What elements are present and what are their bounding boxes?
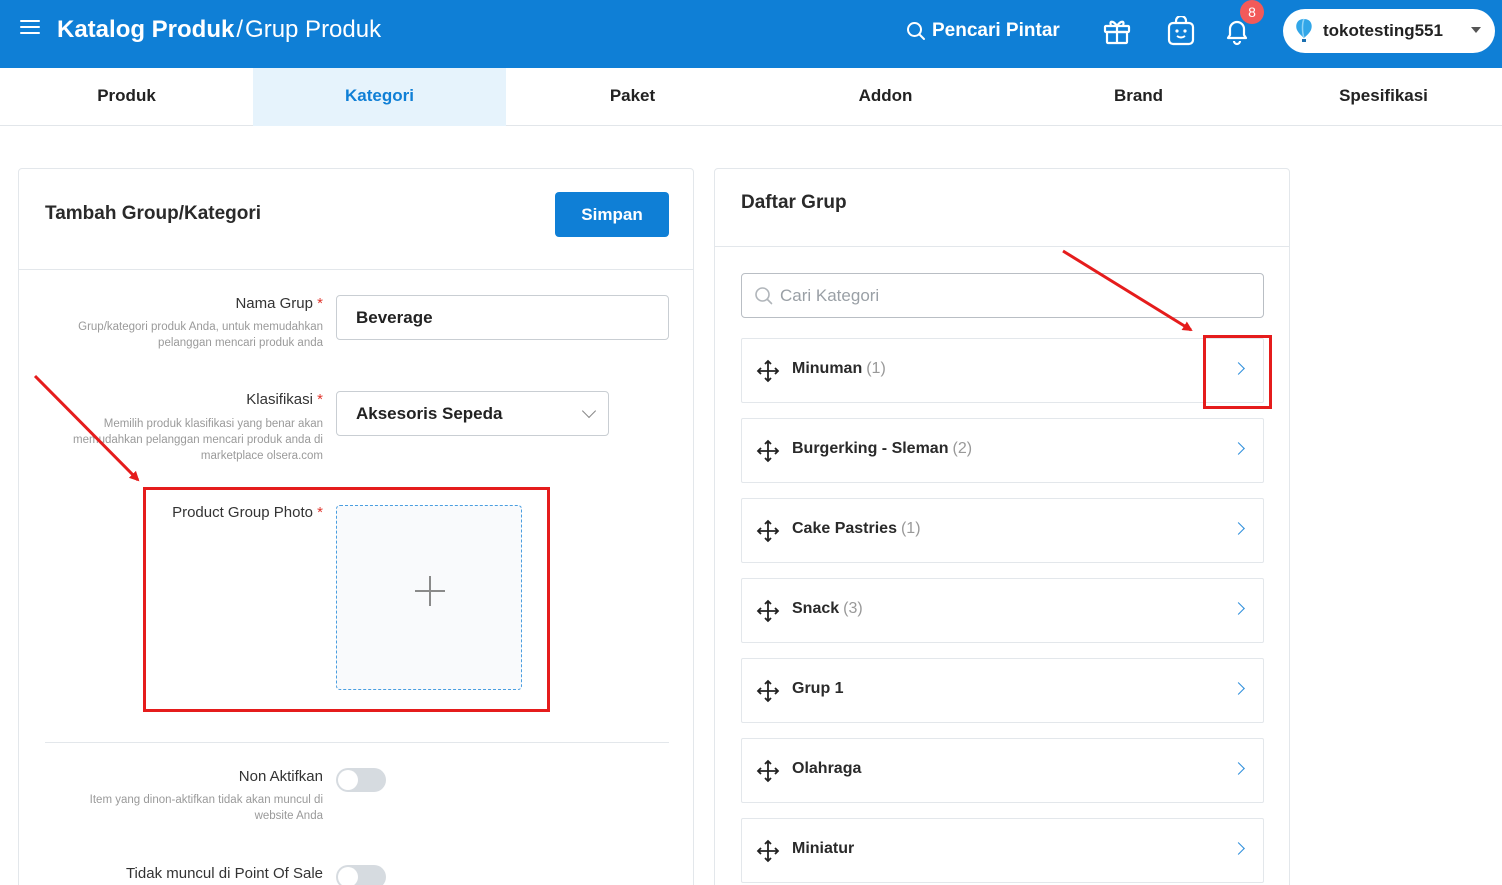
drag-move-icon[interactable] [756, 839, 780, 863]
list-item-count: (1) [866, 360, 886, 377]
chevron-right-icon[interactable] [1232, 682, 1245, 695]
chevron-down-icon [581, 403, 597, 419]
drag-move-icon[interactable] [756, 759, 780, 783]
nama-grup-input[interactable]: Beverage [336, 295, 669, 340]
klasifikasi-help-line3: marketplace olsera.com [200, 450, 323, 462]
list-item[interactable]: Snack (3) [741, 578, 1264, 643]
list-item-name: Olahraga [792, 760, 862, 777]
drag-move-icon[interactable] [756, 679, 780, 703]
list-item-name: Grup 1 [792, 680, 844, 697]
klasifikasi-selected-value: Aksesoris Sepeda [356, 404, 503, 423]
list-item[interactable]: Burgerking - Sleman (2) [741, 418, 1264, 483]
nama-grup-help-line2: pelanggan mencari produk anda [158, 337, 323, 349]
balloon-icon [1296, 18, 1312, 42]
chevron-right-icon[interactable] [1232, 522, 1245, 535]
page-title-sub: Grup Produk [245, 16, 382, 43]
drag-move-icon[interactable] [756, 439, 780, 463]
annotation-highlight-photo [143, 487, 550, 712]
search-icon [755, 287, 773, 305]
smart-search-label: Pencari Pintar [932, 20, 1060, 41]
klasifikasi-help-line1: Memilih produk klasifikasi yang benar ak… [103, 418, 323, 430]
tab-addon[interactable]: Addon [759, 68, 1012, 126]
non-aktifkan-toggle[interactable] [336, 768, 386, 792]
hamburger-menu-icon[interactable] [20, 20, 40, 40]
tab-brand[interactable]: Brand [1012, 68, 1265, 126]
add-group-card-header: Tambah Group/Kategori Simpan [19, 169, 693, 270]
list-item[interactable]: Cake Pastries (1) [741, 498, 1264, 563]
store-selector[interactable]: tokotesting551 [1283, 9, 1495, 53]
save-button[interactable]: Simpan [555, 192, 669, 237]
klasifikasi-label: Klasifikasi * [246, 391, 323, 408]
group-list-card: Daftar Grup Minuman(1) Burgerking - Slem… [714, 168, 1290, 885]
list-item-label: Miniatur [792, 840, 858, 858]
list-item-name: Minuman [792, 360, 863, 377]
pos-toggle[interactable] [336, 865, 386, 885]
top-header: Katalog Produk/Grup Produk Pencari Pinta… [0, 0, 1502, 68]
nama-grup-help-line1: Grup/kategori produk Anda, untuk memudah… [78, 321, 323, 333]
nama-grup-label: Nama Grup * [235, 295, 323, 312]
list-item-name: Snack [792, 600, 840, 617]
list-item-label: Cake Pastries (1) [792, 520, 921, 538]
category-search-input[interactable] [780, 274, 1250, 317]
tab-spesifikasi[interactable]: Spesifikasi [1265, 68, 1502, 126]
klasifikasi-help: Memilih produk klasifikasi yang benar ak… [23, 416, 323, 464]
pos-label: Tidak muncul di Point Of Sale [125, 865, 323, 882]
chevron-right-icon[interactable] [1232, 602, 1245, 615]
add-group-title: Tambah Group/Kategori [45, 203, 262, 224]
chevron-down-icon [1471, 27, 1481, 33]
list-item[interactable]: Olahraga [741, 738, 1264, 803]
list-item-label: Olahraga [792, 760, 865, 778]
list-item-label: Minuman (1) [792, 360, 886, 378]
list-item-count: (3) [843, 600, 863, 617]
required-mark: * [317, 295, 323, 312]
smart-search-button[interactable]: Pencari Pintar [906, 17, 1060, 45]
toggle-knob [338, 770, 358, 790]
non-aktifkan-help-line1: Item yang dinon-aktifkan tidak akan munc… [89, 794, 323, 806]
page-title-separator: / [236, 16, 244, 43]
drag-move-icon[interactable] [756, 359, 780, 383]
search-icon [907, 22, 925, 40]
list-item-count: (2) [952, 440, 973, 457]
chevron-right-icon[interactable] [1232, 842, 1245, 855]
annotation-highlight-chevron [1203, 335, 1272, 409]
toggle-knob [338, 867, 358, 885]
shopping-bag-icon[interactable] [1166, 16, 1196, 46]
list-item-count: (1) [900, 520, 921, 537]
tab-paket[interactable]: Paket [506, 68, 759, 126]
list-item-name: Miniatur [792, 840, 855, 857]
klasifikasi-label-text: Klasifikasi [246, 391, 313, 408]
nama-grup-label-text: Nama Grup [235, 295, 313, 312]
drag-move-icon[interactable] [756, 519, 780, 543]
nama-grup-help: Grup/kategori produk Anda, untuk memudah… [23, 319, 323, 351]
tab-produk[interactable]: Produk [0, 68, 253, 126]
notification-badge: 8 [1240, 0, 1264, 24]
group-list-title: Daftar Grup [741, 192, 847, 213]
chevron-right-icon[interactable] [1232, 442, 1245, 455]
list-item-label: Burgerking - Sleman (2) [792, 440, 972, 458]
klasifikasi-help-line2: memudahkan pelanggan mencari produk anda… [73, 434, 323, 446]
klasifikasi-select[interactable]: Aksesoris Sepeda [336, 391, 609, 436]
list-item-name: Cake Pastries [792, 520, 897, 537]
page-title: Katalog Produk/Grup Produk [57, 14, 381, 46]
gift-icon[interactable] [1102, 16, 1132, 46]
drag-move-icon[interactable] [756, 599, 780, 623]
page-title-main: Katalog Produk [57, 16, 235, 43]
list-item[interactable]: Miniatur [741, 818, 1264, 883]
non-aktifkan-help: Item yang dinon-aktifkan tidak akan munc… [23, 792, 323, 824]
non-aktifkan-help-line2: website Anda [254, 810, 323, 822]
group-list-header: Daftar Grup [715, 169, 1289, 247]
list-item-label: Snack (3) [792, 600, 863, 618]
required-mark: * [317, 391, 323, 408]
list-item[interactable]: Grup 1 [741, 658, 1264, 723]
chevron-right-icon[interactable] [1232, 762, 1245, 775]
category-search [741, 273, 1264, 318]
list-item[interactable]: Minuman (1) [741, 338, 1264, 403]
section-divider [45, 742, 669, 743]
catalog-tabs: Produk Kategori Paket Addon Brand Spesif… [0, 68, 1502, 126]
tab-kategori[interactable]: Kategori [253, 68, 506, 126]
store-name: tokotesting551 [1323, 21, 1443, 40]
non-aktifkan-label: Non Aktifkan [238, 768, 323, 785]
list-item-name: Burgerking - Sleman [792, 440, 949, 457]
list-item-label: Grup 1 [792, 680, 848, 698]
